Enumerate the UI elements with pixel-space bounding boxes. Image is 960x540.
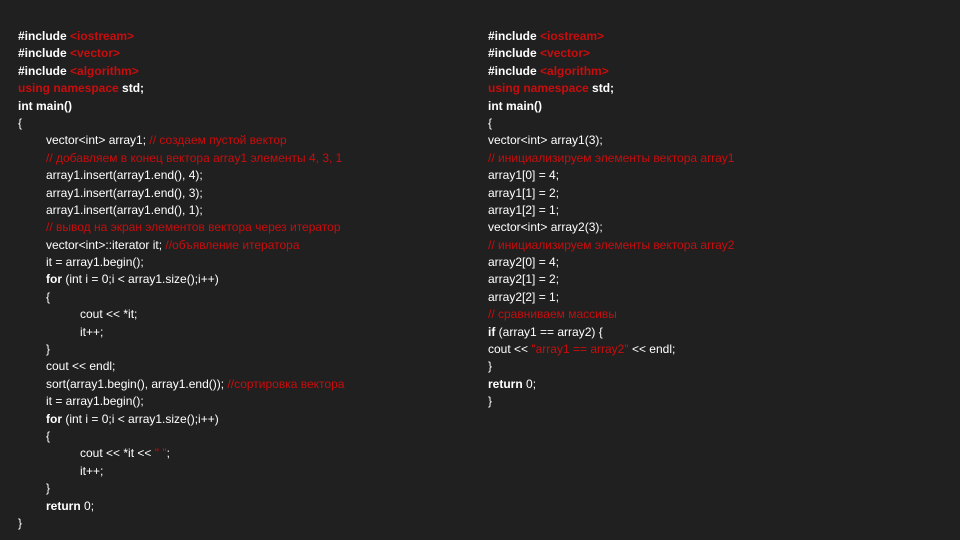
code-line: array1.insert(array1.end(), 4); [18, 167, 468, 184]
code-line: array1.insert(array1.end(), 3); [18, 185, 468, 202]
code-line: for (int i = 0;i < array1.size();i++) [18, 411, 468, 428]
code-line: int main() [488, 98, 942, 115]
code-line: { [18, 115, 468, 132]
code-line: if (array1 == array2) { [488, 324, 942, 341]
code-line: array1[2] = 1; [488, 202, 942, 219]
code-line: int main() [18, 98, 468, 115]
code-line: it = array1.begin(); [18, 393, 468, 410]
code-line: using namespace std; [488, 80, 942, 97]
code-line: cout << "array1 == array2" << endl; [488, 341, 942, 358]
code-line: using namespace std; [18, 80, 468, 97]
left-code-column: #include <iostream> #include <vector> #i… [18, 28, 478, 530]
code-line: #include <iostream> [18, 28, 468, 45]
code-line: vector<int> array2(3); [488, 219, 942, 236]
code-line: array1[0] = 4; [488, 167, 942, 184]
code-line: { [18, 428, 468, 445]
code-line: vector<int> array1; // создаем пустой ве… [18, 132, 468, 149]
code-line: return 0; [18, 498, 468, 515]
code-line: it = array1.begin(); [18, 254, 468, 271]
code-line: sort(array1.begin(), array1.end()); //со… [18, 376, 468, 393]
code-line: } [18, 341, 468, 358]
code-line: } [18, 480, 468, 497]
code-line: array2[2] = 1; [488, 289, 942, 306]
code-line: } [488, 393, 942, 410]
code-line: cout << endl; [18, 358, 468, 375]
code-line: #include <iostream> [488, 28, 942, 45]
code-line: } [488, 358, 942, 375]
code-line: { [18, 289, 468, 306]
code-line: cout << *it << " "; [18, 445, 468, 462]
code-line: array1.insert(array1.end(), 1); [18, 202, 468, 219]
code-line: vector<int> array1(3); [488, 132, 942, 149]
code-line: #include <algorithm> [18, 63, 468, 80]
code-line: // инициализируем элементы вектора array… [488, 237, 942, 254]
code-line: for (int i = 0;i < array1.size();i++) [18, 271, 468, 288]
code-line: it++; [18, 463, 468, 480]
code-line: return 0; [488, 376, 942, 393]
code-line: // вывод на экран элементов вектора чере… [18, 219, 468, 236]
code-line: cout << *it; [18, 306, 468, 323]
code-line: array1[1] = 2; [488, 185, 942, 202]
code-line: #include <algorithm> [488, 63, 942, 80]
code-line: array2[1] = 2; [488, 271, 942, 288]
code-line: // инициализируем элементы вектора array… [488, 150, 942, 167]
code-line: it++; [18, 324, 468, 341]
code-line: vector<int>::iterator it; //объявление и… [18, 237, 468, 254]
code-line: array2[0] = 4; [488, 254, 942, 271]
code-line: { [488, 115, 942, 132]
code-line: // добавляем в конец вектора array1 элем… [18, 150, 468, 167]
code-line: #include <vector> [18, 45, 468, 62]
code-line: // сравниваем массивы [488, 306, 942, 323]
code-line: #include <vector> [488, 45, 942, 62]
code-line: } [18, 515, 468, 532]
right-code-column: #include <iostream> #include <vector> #i… [478, 28, 942, 530]
code-slide: #include <iostream> #include <vector> #i… [0, 0, 960, 540]
